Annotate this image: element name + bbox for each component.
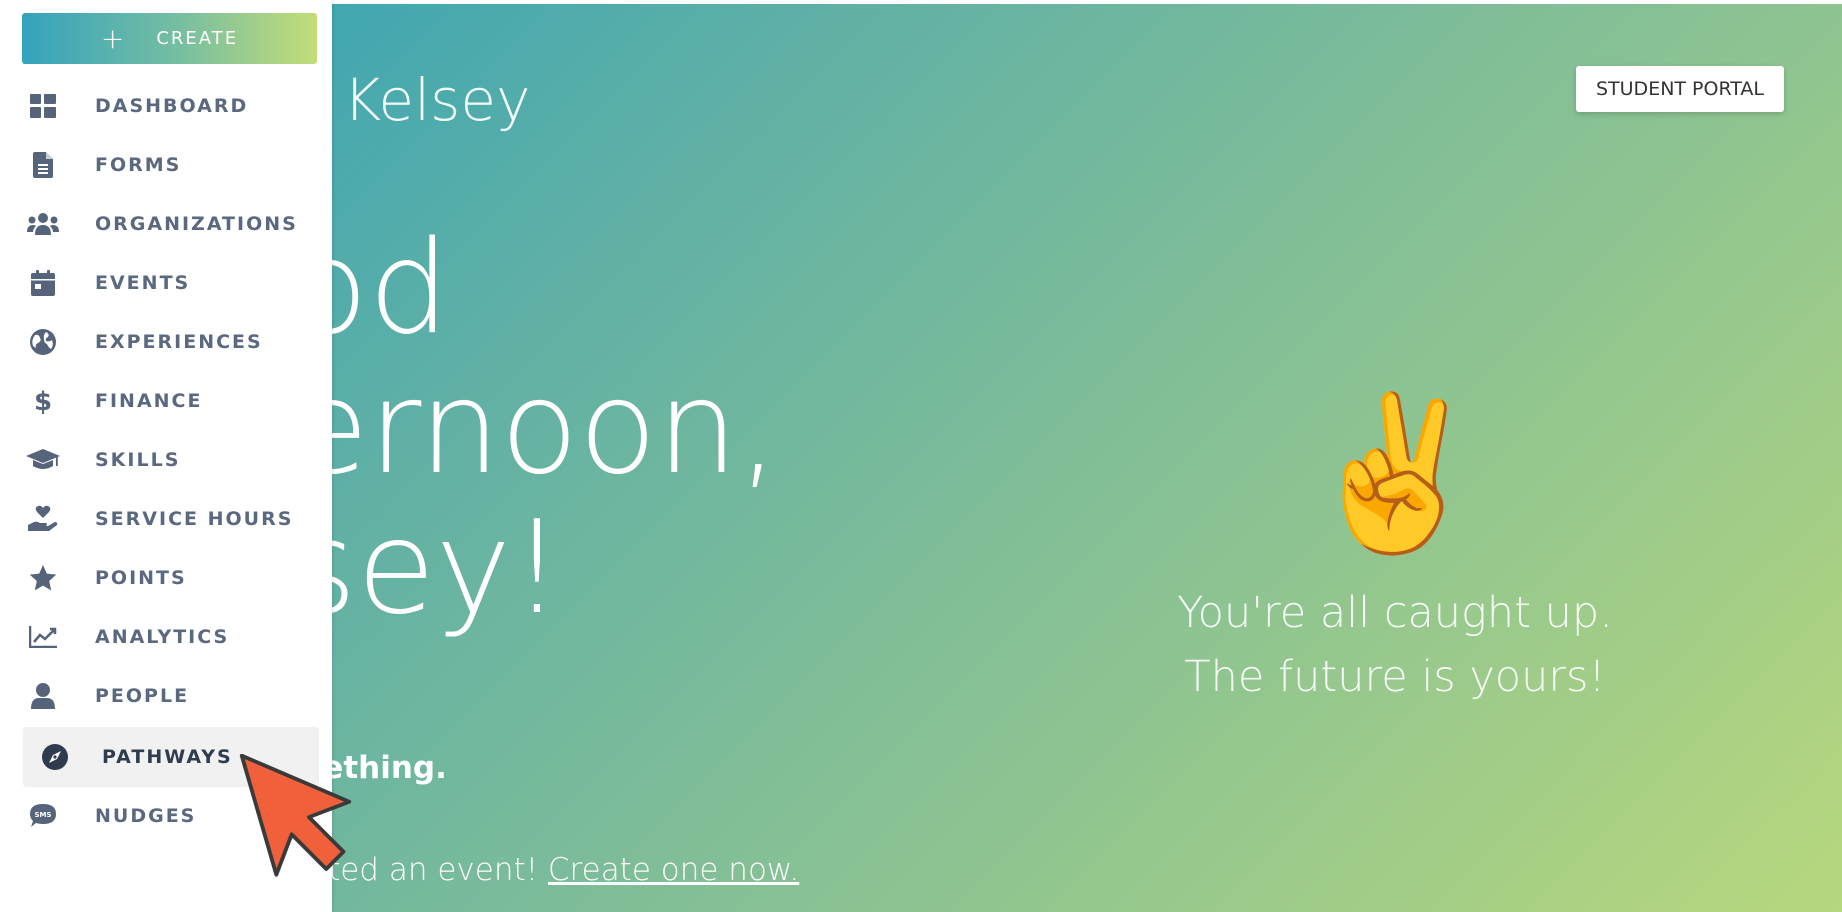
sidebar-item-label: NUDGES — [95, 805, 197, 827]
sidebar-item-label: ANALYTICS — [95, 626, 230, 648]
document-icon — [26, 148, 60, 182]
pointer-arrow-icon — [239, 754, 352, 877]
peace-hand-icon: ✌️ — [1301, 387, 1489, 561]
globe-icon — [26, 325, 60, 359]
sidebar-item-label: PEOPLE — [95, 685, 190, 707]
sidebar-item-label: SKILLS — [95, 449, 181, 471]
chart-line-icon — [26, 620, 60, 654]
caught-up-line-2: The future is yours! — [1184, 652, 1606, 702]
sidebar-item-finance[interactable]: $ FINANCE — [22, 371, 318, 431]
sidebar-item-label: EVENTS — [95, 272, 191, 294]
sidebar-item-label: SERVICE HOURS — [95, 508, 294, 530]
sms-bubble-icon: SMS — [26, 799, 60, 833]
sidebar-item-service-hours[interactable]: SERVICE HOURS — [22, 489, 318, 549]
caught-up-panel: ✌️ You're all caught up. The future is y… — [1100, 379, 1690, 709]
greeting-heading: od ernoon, sey! — [290, 219, 779, 639]
create-button[interactable]: + CREATE — [22, 13, 317, 64]
svg-text:$: $ — [34, 387, 52, 415]
sidebar-item-label: POINTS — [95, 567, 187, 589]
graduation-cap-icon — [26, 443, 60, 477]
sidebar-item-skills[interactable]: SKILLS — [22, 430, 318, 490]
sidebar-item-label: ORGANIZATIONS — [95, 213, 298, 235]
sidebar-item-label: FORMS — [95, 154, 182, 176]
greeting-line-1: od — [290, 214, 450, 363]
caught-up-line-1: You're all caught up. — [1177, 588, 1613, 638]
sidebar-item-dashboard[interactable]: DASHBOARD — [22, 76, 318, 136]
users-icon — [26, 207, 60, 241]
greeting-line-2: ernoon, — [290, 354, 779, 503]
create-event-link[interactable]: Create one now. — [548, 852, 799, 888]
sidebar-item-analytics[interactable]: ANALYTICS — [22, 607, 318, 667]
sidebar-item-events[interactable]: EVENTS — [22, 253, 318, 313]
svg-text:SMS: SMS — [34, 811, 51, 819]
dashboard-icon — [26, 89, 60, 123]
calendar-icon — [26, 266, 60, 300]
sidebar-item-label: PATHWAYS — [102, 746, 233, 768]
sidebar-item-label: DASHBOARD — [95, 95, 249, 117]
sidebar-item-forms[interactable]: FORMS — [22, 135, 318, 195]
sidebar-item-people[interactable]: PEOPLE — [22, 666, 318, 726]
sidebar-item-label: FINANCE — [95, 390, 203, 412]
hand-heart-icon — [26, 502, 60, 536]
student-portal-button[interactable]: STUDENT PORTAL — [1576, 66, 1784, 112]
sidebar-item-experiences[interactable]: EXPERIENCES — [22, 312, 318, 372]
event-prompt: eated an event! Create one now. — [290, 852, 799, 888]
person-icon — [26, 679, 60, 713]
greeting-line-3: sey! — [290, 494, 563, 643]
plus-icon: + — [100, 22, 127, 55]
sidebar-item-points[interactable]: POINTS — [22, 548, 318, 608]
star-icon — [26, 561, 60, 595]
sidebar-item-organizations[interactable]: ORGANIZATIONS — [22, 194, 318, 254]
dollar-icon: $ — [26, 384, 60, 418]
compass-icon — [38, 740, 72, 774]
create-label: CREATE — [156, 28, 239, 49]
sidebar-item-label: EXPERIENCES — [95, 331, 263, 353]
caught-up-message: You're all caught up. The future is your… — [1100, 581, 1690, 709]
